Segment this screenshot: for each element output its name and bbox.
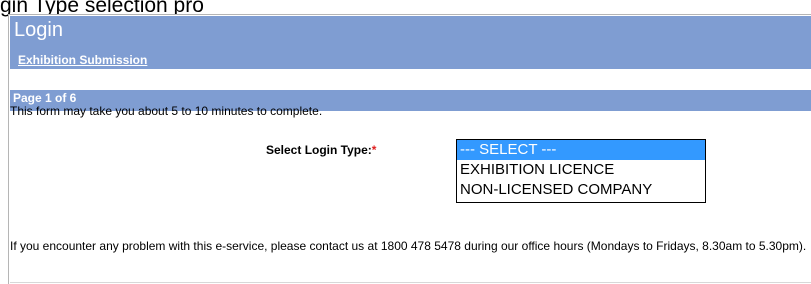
login-type-listbox[interactable]: --- SELECT --- EXHIBITION LICENCE NON-LI… bbox=[456, 139, 706, 203]
login-type-label-text: Select Login Type: bbox=[266, 143, 372, 157]
login-type-option-select[interactable]: --- SELECT --- bbox=[457, 140, 705, 160]
login-type-option-non-licensed-company[interactable]: NON-LICENSED COMPANY bbox=[457, 180, 705, 200]
contact-info-text: If you encounter any problem with this e… bbox=[10, 239, 807, 253]
required-marker: * bbox=[371, 143, 377, 157]
bottom-divider bbox=[10, 282, 811, 283]
exhibition-submission-link[interactable]: Exhibition Submission bbox=[18, 53, 147, 67]
form-intro-text: This form may take you about 5 to 10 min… bbox=[10, 104, 323, 118]
login-type-option-exhibition-licence[interactable]: EXHIBITION LICENCE bbox=[457, 160, 705, 180]
form-panel: Login Exhibition Submission Page 1 of 6 … bbox=[8, 14, 811, 284]
login-title: Login bbox=[14, 19, 63, 41]
login-type-label: Select Login Type:* bbox=[266, 142, 376, 158]
page-frame: gin Type selection pro Login Exhibition … bbox=[0, 0, 811, 284]
login-header: Login Exhibition Submission bbox=[10, 16, 811, 69]
